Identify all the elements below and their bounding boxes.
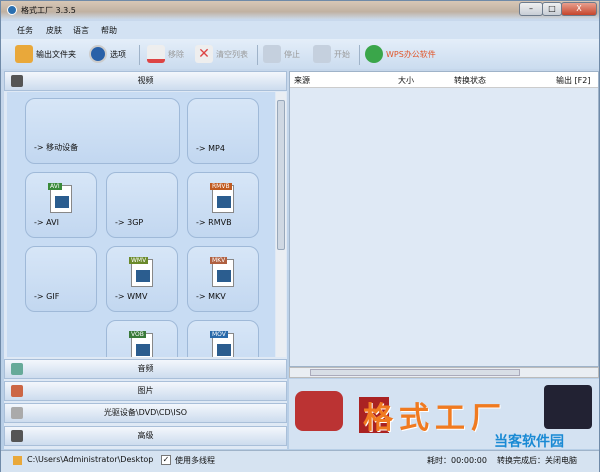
minimize-button[interactable]: – (519, 2, 543, 16)
divider (359, 45, 360, 65)
wps-button[interactable]: WPS办公软件 (365, 45, 436, 63)
clear-icon: ✕ (195, 45, 213, 63)
horizontal-scrollbar[interactable] (289, 367, 599, 378)
output-path[interactable]: C:\Users\Administrator\Desktop (27, 455, 153, 464)
column-output[interactable]: 输出 [F2] (556, 75, 590, 86)
format-tile[interactable]: -> 移动设备 (25, 98, 180, 164)
format-tile[interactable]: RMVB -> RMVB (187, 172, 259, 238)
file-format-icon: VOB (129, 331, 153, 357)
category-rom[interactable]: 光驱设备\DVD\CD\ISO (4, 403, 287, 423)
format-tile[interactable]: MKV -> MKV (187, 246, 259, 312)
format-label: -> 移动设备 (34, 143, 79, 152)
format-tile[interactable]: -> MP4 (187, 98, 259, 164)
scroll-thumb[interactable] (277, 100, 285, 250)
music-icon (11, 363, 23, 375)
column-source[interactable]: 来源 (294, 75, 310, 86)
promo-banner[interactable]: 格式工厂 当客软件园 (289, 379, 599, 450)
divider (257, 45, 258, 65)
video-format-grid: -> 移动设备 -> MP4 AVI -> AVI -> 3GP RMVB -> RMVB -… (7, 92, 275, 357)
list-header: 来源 大小 转换状态 输出 [F2] (290, 72, 598, 88)
watermark-text: 当客软件园 (494, 434, 564, 450)
menu-skin[interactable]: 皮肤 (46, 25, 62, 36)
vertical-scrollbar[interactable] (276, 92, 286, 357)
category-audio[interactable]: 音频 (4, 359, 287, 379)
folder-icon (15, 45, 33, 63)
column-status[interactable]: 转换状态 (454, 75, 486, 86)
format-label: -> MP4 (196, 144, 225, 153)
format-tile[interactable]: AVI -> AVI (25, 172, 97, 238)
status-bar: C:\Users\Administrator\Desktop ✓ 使用多线程 耗… (1, 450, 599, 472)
gear-icon (89, 45, 107, 63)
column-size[interactable]: 大小 (398, 75, 414, 86)
format-label: -> RMVB (196, 218, 232, 227)
file-format-icon: MOV (210, 331, 234, 357)
multithread-label: 使用多线程 (175, 456, 215, 465)
stop-button[interactable]: 停止 (263, 45, 300, 63)
menu-task[interactable]: 任务 (17, 25, 33, 36)
elapsed-time: 耗时：00:00:00 (427, 456, 487, 465)
title-bar: 格式工厂 3.3.5 – □ X (1, 1, 599, 19)
phone-image (544, 385, 592, 429)
format-label: -> WMV (115, 292, 148, 301)
start-button[interactable]: 开始 (313, 45, 350, 63)
category-picture[interactable]: 图片 (4, 381, 287, 401)
app-icon (7, 5, 17, 15)
format-label: -> GIF (34, 292, 60, 301)
app-window: 格式工厂 3.3.5 – □ X 任务 皮肤 语言 帮助 输出文件夹 选项 移除… (0, 0, 600, 472)
format-tile[interactable]: WMV -> WMV (106, 246, 178, 312)
format-label: -> MKV (196, 292, 226, 301)
format-tile[interactable]: MOV (187, 320, 259, 357)
multithread-checkbox[interactable]: ✓ (161, 455, 171, 465)
options-button[interactable]: 选项 (89, 45, 126, 63)
divider (139, 45, 140, 65)
camcorder-image (295, 391, 343, 431)
stop-icon (263, 45, 281, 63)
category-video[interactable]: 视频 (4, 71, 287, 91)
banner-logo-text: 格式工厂 (363, 401, 507, 436)
film-icon (11, 75, 23, 87)
format-tile[interactable]: -> GIF (25, 246, 97, 312)
wps-icon (365, 45, 383, 63)
close-button[interactable]: X (561, 2, 597, 16)
remove-icon (147, 45, 165, 63)
format-tile[interactable]: -> 3GP (106, 172, 178, 238)
output-folder-button[interactable]: 输出文件夹 (15, 45, 76, 63)
tools-icon (11, 430, 23, 442)
scroll-thumb[interactable] (310, 369, 520, 376)
maximize-button[interactable]: □ (542, 2, 562, 16)
start-icon (313, 45, 331, 63)
toolbar: 输出文件夹 选项 移除 ✕ 清空列表 停止 开始 WPS办公软件 (1, 39, 599, 69)
category-panel: 视频 -> 移动设备 -> MP4 AVI -> AVI -> 3GP RMVB -> RM… (4, 71, 287, 449)
file-format-icon: MKV (210, 257, 234, 287)
remove-button[interactable]: 移除 (147, 45, 184, 63)
format-label: -> AVI (34, 218, 59, 227)
folder-icon (13, 456, 22, 465)
after-conversion[interactable]: 转换完成后：关闭电脑 (497, 455, 577, 466)
file-format-icon: RMVB (210, 183, 234, 213)
disc-icon (11, 407, 23, 419)
task-list: 来源 大小 转换状态 输出 [F2] (289, 71, 599, 367)
clear-list-button[interactable]: ✕ 清空列表 (195, 45, 248, 63)
file-format-icon: WMV (129, 257, 153, 287)
format-tile[interactable]: VOB (106, 320, 178, 357)
menu-bar: 任务 皮肤 语言 帮助 (1, 21, 599, 39)
picture-icon (11, 385, 23, 397)
category-advanced[interactable]: 高级 (4, 426, 287, 446)
window-title: 格式工厂 3.3.5 (21, 6, 76, 15)
format-label: -> 3GP (115, 218, 144, 227)
file-format-icon: AVI (48, 183, 72, 213)
menu-language[interactable]: 语言 (73, 25, 89, 36)
menu-help[interactable]: 帮助 (101, 25, 117, 36)
